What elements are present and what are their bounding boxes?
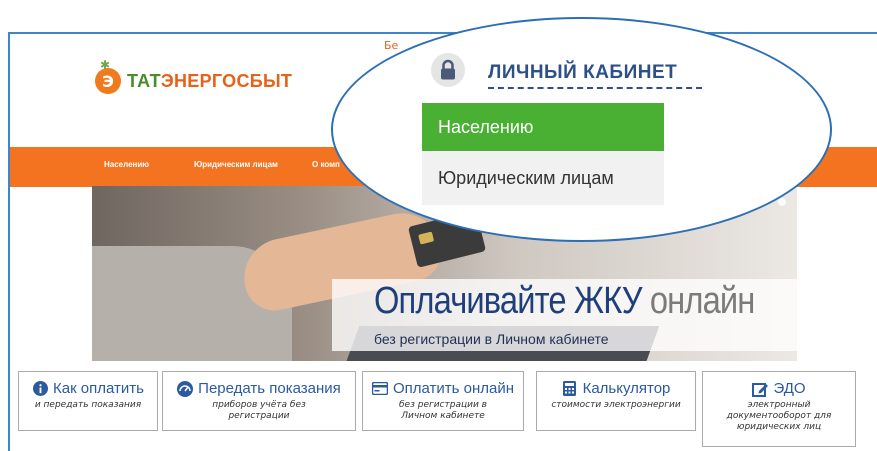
cabinet-menu-legal-entities[interactable]: Юридическим лицам xyxy=(422,151,664,205)
tile-title: ЭДО xyxy=(773,380,806,397)
personal-cabinet-title[interactable]: ЛИЧНЫЙ КАБИНЕТ xyxy=(488,62,677,84)
tile-subtitle: и передать показания xyxy=(34,400,142,410)
cabinet-menu-individuals[interactable]: Населению xyxy=(422,103,664,151)
logo-mark-icon: ✱ Э xyxy=(95,58,121,94)
tile-subtitle: электронный документооборот для юридичес… xyxy=(726,400,832,432)
tile-pay-online[interactable]: Оплатить онлайн без регистрации в Личном… xyxy=(362,371,524,431)
logo-text: ТАТЭНЕРГОСБЫТ xyxy=(127,71,292,92)
top-link-partial[interactable]: Бе xyxy=(384,39,398,52)
edit-icon xyxy=(752,381,769,397)
tile-title: Как оплатить xyxy=(53,380,144,397)
tile-submit-readings[interactable]: Передать показания приборов учёта без ре… xyxy=(162,371,356,431)
slider-dot[interactable] xyxy=(778,198,786,206)
tile-how-to-pay[interactable]: Как оплатить и передать показания xyxy=(18,371,158,431)
magnifier-callout: ЛИЧНЫЙ КАБИНЕТ Населению Юридическим лиц… xyxy=(331,17,832,242)
tile-subtitle: без регистрации в Личном кабинете xyxy=(399,400,487,421)
banner-slogan-main: Оплачивайте ЖКУ xyxy=(374,280,643,322)
tile-edo[interactable]: ЭДО электронный документооборот для юрид… xyxy=(702,371,856,447)
info-icon xyxy=(32,381,48,397)
nav-item-individuals[interactable]: Населению xyxy=(104,160,149,169)
calculator-icon xyxy=(562,381,578,397)
banner-subtitle: без регистрации в Личном кабинете xyxy=(374,331,609,347)
dashboard-icon xyxy=(177,380,194,397)
cabinet-dropdown: Населению Юридическим лицам xyxy=(422,103,664,205)
site-logo[interactable]: ✱ Э ТАТЭНЕРГОСБЫТ xyxy=(95,58,292,94)
tile-subtitle: приборов учёта без регистрации xyxy=(212,400,306,421)
logo-text-part1: ТАТ xyxy=(127,70,161,91)
banner-slogan-accent: онлайн xyxy=(649,280,755,322)
sprig-icon: ✱ xyxy=(100,58,111,72)
tile-title: Передать показания xyxy=(198,380,341,397)
title-underline xyxy=(488,87,702,89)
logo-mark-letter: Э xyxy=(102,71,114,91)
nav-item-about[interactable]: О комп xyxy=(312,160,340,169)
tile-subtitle: стоимости электроэнергии xyxy=(551,400,681,410)
tile-title: Оплатить онлайн xyxy=(392,380,515,397)
nav-item-legal-entities[interactable]: Юридическим лицам xyxy=(194,160,278,169)
tile-title: Калькулятор xyxy=(582,380,671,397)
logo-text-part2: ЭНЕРГОСБЫТ xyxy=(160,70,293,91)
lock-icon xyxy=(441,59,455,80)
tile-calculator[interactable]: Калькулятор стоимости электроэнергии xyxy=(536,371,696,431)
lock-badge xyxy=(431,53,465,87)
credit-card-icon xyxy=(371,381,388,397)
banner-slogan: Оплачивайте ЖКУ онлайн xyxy=(374,280,755,323)
